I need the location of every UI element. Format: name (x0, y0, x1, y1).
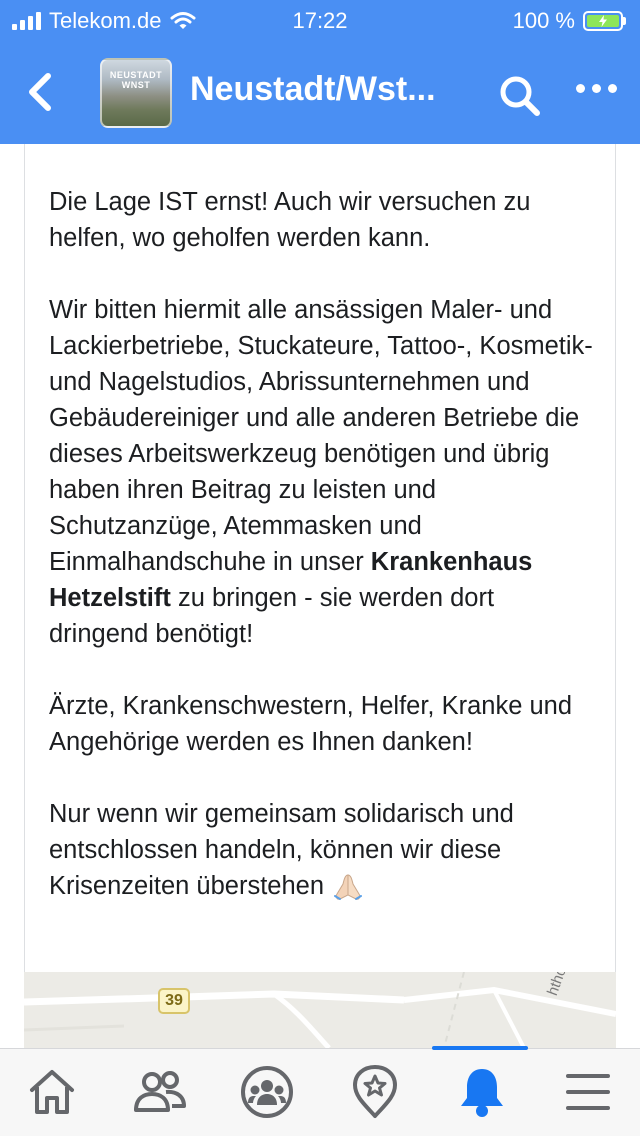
bottom-tab-bar (0, 1048, 640, 1136)
status-bar: Telekom.de 17:22 100 % (0, 0, 640, 42)
folded-hands-emoji-icon (334, 874, 363, 901)
top-bar: Telekom.de 17:22 100 % NEUSTADT WNST Neu… (0, 0, 640, 144)
post-paragraph: Nur wenn wir gemeinsam solidarisch und e… (49, 796, 597, 904)
map-roads (24, 972, 616, 1048)
road-number-badge: 39 (158, 988, 190, 1014)
post-text: Die Lage IST ernst! Auch wir versuchen z… (49, 184, 597, 940)
group-thumbnail-logo: NEUSTADT WNST (109, 70, 163, 90)
post-paragraph: Wir bitten hiermit alle ansässigen Maler… (49, 296, 593, 648)
pages-tab[interactable] (343, 1060, 407, 1124)
pages-flag-icon (353, 1065, 397, 1118)
map-preview[interactable]: 39 hthofstr (24, 972, 616, 1048)
more-options-icon[interactable] (576, 84, 617, 93)
friends-icon (134, 1071, 186, 1112)
notifications-bell-icon (461, 1069, 503, 1117)
notifications-tab[interactable] (450, 1060, 514, 1124)
active-tab-indicator (432, 1046, 528, 1050)
friends-tab[interactable] (128, 1060, 192, 1124)
menu-icon (566, 1074, 610, 1110)
search-icon[interactable] (498, 74, 542, 118)
post-card: Die Lage IST ernst! Auch wir versuchen z… (24, 144, 616, 972)
home-tab[interactable] (20, 1060, 84, 1124)
navigation-bar: NEUSTADT WNST Neustadt/Wst... (0, 50, 640, 136)
battery-percent: 100 % (512, 8, 575, 33)
post-paragraph: Ärzte, Krankenschwestern, Helfer, Kranke… (49, 692, 573, 756)
charging-bolt-icon (599, 15, 607, 27)
group-thumbnail[interactable]: NEUSTADT WNST (100, 58, 172, 128)
back-arrow-icon[interactable] (20, 70, 60, 114)
home-icon (30, 1070, 74, 1114)
groups-tab[interactable] (235, 1060, 299, 1124)
post-paragraph: Die Lage IST ernst! Auch wir versuchen z… (49, 188, 531, 252)
battery-status: 100 % (513, 8, 626, 34)
group-title[interactable]: Neustadt/Wst... (190, 70, 436, 109)
menu-tab[interactable] (556, 1060, 620, 1124)
battery-icon (583, 11, 623, 31)
groups-icon (241, 1066, 293, 1118)
